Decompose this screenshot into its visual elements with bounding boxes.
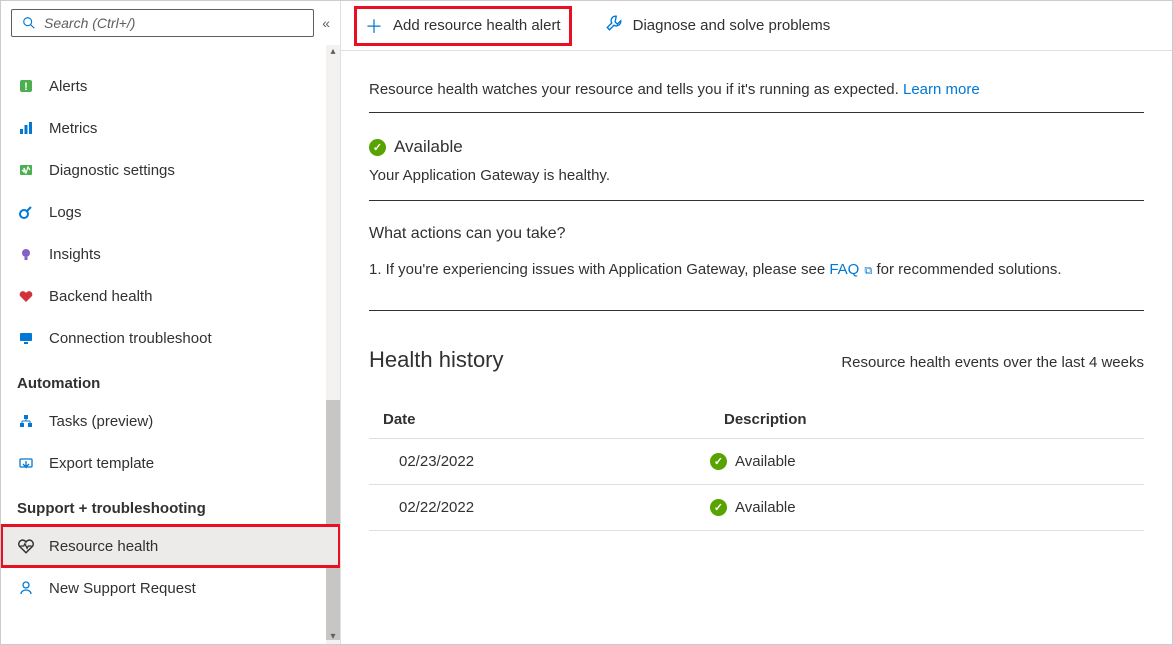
sidebar-item-new-support-request[interactable]: New Support Request <box>1 567 340 609</box>
tasks-icon <box>17 412 35 430</box>
col-date: Date <box>369 401 710 439</box>
collapse-sidebar-button[interactable]: « <box>322 15 330 31</box>
status-label: Available <box>394 137 463 157</box>
insights-icon <box>17 245 35 263</box>
sidebar-item-label: Tasks (preview) <box>49 413 153 430</box>
status-block: ✓ Available Your Application Gateway is … <box>369 113 1144 201</box>
sidebar-item-label: Logs <box>49 204 82 221</box>
button-label: Add resource health alert <box>393 17 561 34</box>
cell-description: ✓ Available <box>710 484 1144 530</box>
export-icon <box>17 454 35 472</box>
actions-body: 1. If you're experiencing issues with Ap… <box>369 259 1144 282</box>
search-icon <box>20 14 38 32</box>
sidebar-item-label: Export template <box>49 455 154 472</box>
alerts-icon: ! <box>17 77 35 95</box>
actions-prefix: 1. If you're experiencing issues with Ap… <box>369 261 829 278</box>
plus-icon: ＋ <box>365 13 383 39</box>
cell-date: 02/22/2022 <box>369 484 710 530</box>
col-description: Description <box>710 401 1144 439</box>
sidebar-item-tasks[interactable]: Tasks (preview) <box>1 400 340 442</box>
sidebar-item-label: Metrics <box>49 120 97 137</box>
external-link-icon: ⧉ <box>861 265 872 277</box>
sidebar-item-metrics[interactable]: Metrics <box>1 107 340 149</box>
cell-date: 02/23/2022 <box>369 438 710 484</box>
sidebar-item-label: Backend health <box>49 288 152 305</box>
desc-label: Available <box>735 499 796 516</box>
heart-icon <box>17 287 35 305</box>
sidebar-item-logs[interactable]: Logs <box>1 191 340 233</box>
history-table: Date Description 02/23/2022 ✓ Available <box>369 401 1144 531</box>
search-input[interactable] <box>38 15 305 31</box>
history-subtitle: Resource health events over the last 4 w… <box>841 354 1144 371</box>
intro-text: Resource health watches your resource an… <box>369 81 1144 113</box>
sidebar-item-label: Insights <box>49 246 101 263</box>
actions-block: What actions can you take? 1. If you're … <box>369 201 1144 311</box>
check-circle-icon: ✓ <box>369 139 386 156</box>
add-resource-health-alert-button[interactable]: ＋ Add resource health alert <box>355 7 571 45</box>
sidebar-item-label: Connection troubleshoot <box>49 330 212 347</box>
health-icon <box>17 537 35 555</box>
search-box[interactable] <box>11 9 314 37</box>
faq-label: FAQ <box>829 261 859 278</box>
sidebar-item-label: Alerts <box>49 78 87 95</box>
check-circle-icon: ✓ <box>710 453 727 470</box>
diagnostic-icon <box>17 161 35 179</box>
sidebar-item-connection-troubleshoot[interactable]: Connection troubleshoot <box>1 317 340 359</box>
section-support: Support + troubleshooting <box>1 484 340 525</box>
sidebar-item-diagnostic-settings[interactable]: Diagnostic settings <box>1 149 340 191</box>
sidebar-item-resource-health[interactable]: Resource health <box>1 525 340 567</box>
faq-link[interactable]: FAQ ⧉ <box>829 261 872 278</box>
cell-description: ✓ Available <box>710 438 1144 484</box>
table-row[interactable]: 02/23/2022 ✓ Available <box>369 438 1144 484</box>
history-title: Health history <box>369 347 504 373</box>
support-icon <box>17 579 35 597</box>
main-content: ＋ Add resource health alert Diagnose and… <box>341 1 1172 644</box>
sidebar: « ▴ ▾ ! Alerts Metrics <box>1 1 341 644</box>
table-row[interactable]: 02/22/2022 ✓ Available <box>369 484 1144 530</box>
sidebar-item-label: Diagnostic settings <box>49 162 175 179</box>
health-history: Health history Resource health events ov… <box>369 311 1144 531</box>
sidebar-item-backend-health[interactable]: Backend health <box>1 275 340 317</box>
metrics-icon <box>17 119 35 137</box>
diagnose-solve-problems-button[interactable]: Diagnose and solve problems <box>595 8 841 43</box>
learn-more-link[interactable]: Learn more <box>903 81 980 98</box>
intro-body: Resource health watches your resource an… <box>369 81 903 98</box>
desc-label: Available <box>735 453 796 470</box>
actions-question: What actions can you take? <box>369 225 1144 243</box>
button-label: Diagnose and solve problems <box>633 17 831 34</box>
logs-icon <box>17 203 35 221</box>
sidebar-item-alerts[interactable]: ! Alerts <box>1 65 340 107</box>
sidebar-item-label: Resource health <box>49 538 158 555</box>
toolbar: ＋ Add resource health alert Diagnose and… <box>341 1 1172 51</box>
section-automation: Automation <box>1 359 340 400</box>
sidebar-item-label: New Support Request <box>49 580 196 597</box>
svg-text:!: ! <box>24 81 28 93</box>
monitor-icon <box>17 329 35 347</box>
status-description: Your Application Gateway is healthy. <box>369 167 1144 184</box>
check-circle-icon: ✓ <box>710 499 727 516</box>
sidebar-item-export-template[interactable]: Export template <box>1 442 340 484</box>
actions-suffix: for recommended solutions. <box>872 261 1061 278</box>
sidebar-item-insights[interactable]: Insights <box>1 233 340 275</box>
wrench-icon <box>605 14 623 37</box>
